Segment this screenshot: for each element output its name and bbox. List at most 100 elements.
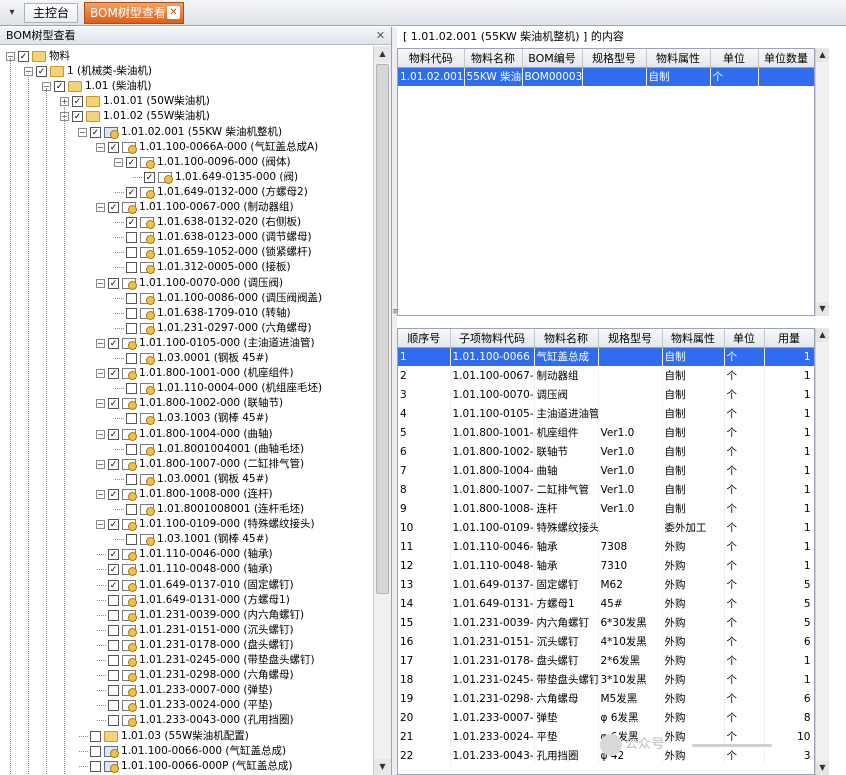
table-row[interactable]: 1 1.01.100-0066 气缸盖总成 自制个 1 bbox=[398, 347, 814, 366]
table-cell[interactable]: 1 bbox=[764, 461, 814, 480]
detail-grid-scrollbar[interactable]: ▲ ▼ bbox=[815, 328, 829, 775]
table-row[interactable]: 11 1.01.110-0046-0 轴承 7308 外购个 1 bbox=[398, 537, 814, 556]
scroll-down-icon[interactable]: ▼ bbox=[374, 759, 391, 775]
tree-node[interactable]: − ✓ 1.01.100-0066A-000 (气缸盖总成A) bbox=[0, 140, 373, 155]
table-cell[interactable]: M62 bbox=[598, 575, 663, 594]
column-header[interactable]: 物料名称 bbox=[464, 49, 523, 68]
table-row[interactable]: 2 1.01.100-0067-0 制动器组 自制个 1 bbox=[398, 366, 814, 385]
tree-node-checkbox[interactable]: ✓ bbox=[126, 217, 137, 229]
table-cell[interactable]: 4*10发黑 bbox=[598, 632, 663, 651]
tree-node[interactable]: 1.01.231-0039-000 (内六角螺钉) bbox=[0, 608, 373, 623]
tree-node[interactable]: − ✓ 1.01.800-1007-000 (二缸排气管) bbox=[0, 457, 373, 472]
table-cell[interactable]: 6 bbox=[398, 442, 451, 461]
table-cell[interactable]: 45# bbox=[598, 594, 663, 613]
table-cell[interactable]: 3 bbox=[764, 746, 814, 765]
table-cell[interactable]: 1.01.800-1002-0 bbox=[450, 442, 535, 461]
tree-node-checkbox[interactable] bbox=[108, 715, 119, 727]
table-cell[interactable]: 13 bbox=[398, 575, 451, 594]
tree-node-checkbox[interactable]: ✓ bbox=[108, 488, 119, 500]
tree-node-checkbox[interactable] bbox=[126, 353, 137, 364]
table-cell[interactable]: 个 bbox=[724, 347, 765, 366]
tree-node-checkbox[interactable]: ✓ bbox=[126, 156, 137, 168]
column-header[interactable]: 规格型号 bbox=[582, 49, 647, 68]
table-cell[interactable]: 二缸排气管 bbox=[534, 480, 599, 499]
table-cell[interactable]: 自制 bbox=[662, 347, 725, 366]
table-row[interactable]: 1.01.02.00155KW 柴油机BOM000035 自制个 bbox=[398, 67, 814, 86]
table-cell[interactable]: 5 bbox=[764, 575, 814, 594]
table-cell[interactable]: 8 bbox=[764, 708, 814, 727]
table-cell[interactable]: 1 bbox=[764, 499, 814, 518]
tree-node-checkbox[interactable] bbox=[108, 624, 119, 636]
table-cell[interactable]: 制动器组 bbox=[534, 366, 599, 385]
table-cell[interactable]: 1.01.02.001 bbox=[398, 67, 465, 86]
collapse-icon[interactable]: − bbox=[96, 142, 105, 152]
table-cell[interactable]: 弹垫 bbox=[534, 708, 599, 727]
table-row[interactable]: 8 1.01.800-1007-0 二缸排气管 Ver1.0 自制个 1 bbox=[398, 480, 814, 499]
table-cell[interactable]: 1.01.100-0109-0 bbox=[450, 518, 535, 537]
table-cell[interactable]: 个 bbox=[724, 632, 765, 651]
table-cell[interactable]: 10 bbox=[398, 518, 451, 537]
table-cell[interactable]: Ver1.0 bbox=[598, 461, 663, 480]
table-cell[interactable]: 5 bbox=[764, 594, 814, 613]
table-cell[interactable]: 1 bbox=[764, 385, 814, 404]
table-cell[interactable]: 1.01.800-1004-0 bbox=[450, 461, 535, 480]
tree-node-checkbox[interactable]: ✓ bbox=[126, 186, 137, 198]
table-cell[interactable]: 平垫 bbox=[534, 727, 599, 746]
table-row[interactable]: 3 1.01.100-0070-0 调压阀 自制个 1 bbox=[398, 385, 814, 404]
tree-node[interactable]: 1.01.231-0245-000 (带垫盘头螺钉) bbox=[0, 653, 373, 668]
table-cell[interactable]: 1.01.649-0137-0 bbox=[450, 575, 535, 594]
table-cell[interactable]: 外购 bbox=[662, 575, 725, 594]
tree-node[interactable]: − ✓ 1.01.02 (55W柴油机) bbox=[0, 109, 373, 124]
tree-node-checkbox[interactable]: ✓ bbox=[90, 126, 101, 138]
table-cell[interactable]: 个 bbox=[724, 423, 765, 442]
table-cell[interactable]: 内六角螺钉 bbox=[534, 613, 599, 632]
table-cell[interactable] bbox=[598, 385, 663, 404]
table-cell[interactable]: 8 bbox=[398, 480, 451, 499]
table-cell[interactable]: 个 bbox=[724, 385, 765, 404]
tree-node-checkbox[interactable] bbox=[126, 473, 137, 485]
table-cell[interactable]: 1.01.100-0070-0 bbox=[450, 385, 535, 404]
tree-node[interactable]: − ✓ 1.01.100-0067-000 (制动器组) bbox=[0, 200, 373, 215]
table-row[interactable]: 13 1.01.649-0137-0 固定螺钉 M62 外购个 5 bbox=[398, 575, 814, 594]
table-cell[interactable]: 1.01.800-1007-0 bbox=[450, 480, 535, 499]
tree-node-checkbox[interactable]: ✓ bbox=[108, 564, 119, 576]
table-cell[interactable]: 特殊螺纹接头 bbox=[534, 518, 599, 537]
table-cell[interactable]: 个 bbox=[724, 518, 765, 537]
collapse-icon[interactable]: − bbox=[96, 459, 105, 469]
tree-node-checkbox[interactable] bbox=[126, 292, 137, 304]
tree-node[interactable]: 1.01.8001004001 (曲轴毛坯) bbox=[0, 442, 373, 457]
table-cell[interactable]: 1.01.100-0105-0 bbox=[450, 404, 535, 423]
table-cell[interactable]: 1 bbox=[764, 423, 814, 442]
tree-node[interactable]: 1.01.100-0066-000P (气缸盖总成) bbox=[0, 759, 373, 774]
table-cell[interactable]: 气缸盖总成 bbox=[534, 347, 599, 366]
table-cell[interactable]: 2 bbox=[398, 366, 451, 385]
scroll-down-icon[interactable]: ▼ bbox=[816, 761, 829, 775]
tree-node[interactable]: 1.01.03 (55W柴油机配置) bbox=[0, 729, 373, 744]
table-cell[interactable]: 个 bbox=[724, 537, 765, 556]
tree-node[interactable]: − ✓ 1.01.800-1002-000 (联轴节) bbox=[0, 396, 373, 411]
table-cell[interactable]: 固定螺钉 bbox=[534, 575, 599, 594]
table-cell[interactable]: 自制 bbox=[662, 404, 725, 423]
table-cell[interactable]: 1 bbox=[764, 670, 814, 689]
tree-node[interactable]: − ✓ 1.01.100-0109-000 (特殊螺纹接头) bbox=[0, 517, 373, 532]
tree-node[interactable]: 1.01.100-0066-000 (气缸盖总成) bbox=[0, 744, 373, 759]
tree-node[interactable]: 1.01.659-1052-000 (锁紧螺杆) bbox=[0, 245, 373, 260]
tree-node-checkbox[interactable] bbox=[108, 700, 119, 712]
table-cell[interactable]: 11 bbox=[398, 537, 451, 556]
table-cell[interactable]: 1.01.233-0024-0 bbox=[450, 727, 535, 746]
tree-node-checkbox[interactable]: ✓ bbox=[108, 141, 119, 153]
table-cell[interactable]: 1.01.649-0131-0 bbox=[450, 594, 535, 613]
tree-node-checkbox[interactable]: ✓ bbox=[108, 458, 119, 470]
table-row[interactable]: 14 1.01.649-0131-0 方螺母1 45# 外购个 5 bbox=[398, 594, 814, 613]
table-cell[interactable]: 个 bbox=[724, 670, 765, 689]
column-header[interactable]: 单位数量 bbox=[758, 49, 814, 68]
tab-bom-tree-view[interactable]: BOM树型查看 ✕ bbox=[84, 2, 184, 24]
table-cell[interactable]: 7308 bbox=[598, 537, 663, 556]
panel-close-icon[interactable]: ✕ bbox=[374, 29, 387, 42]
scroll-thumb[interactable] bbox=[376, 64, 389, 594]
table-cell[interactable] bbox=[598, 366, 663, 385]
table-cell[interactable]: 1.01.231-0245-0 bbox=[450, 670, 535, 689]
table-cell[interactable]: Ver1.0 bbox=[598, 480, 663, 499]
table-cell[interactable]: 20 bbox=[398, 708, 451, 727]
column-header[interactable]: 顺序号 bbox=[398, 329, 451, 348]
